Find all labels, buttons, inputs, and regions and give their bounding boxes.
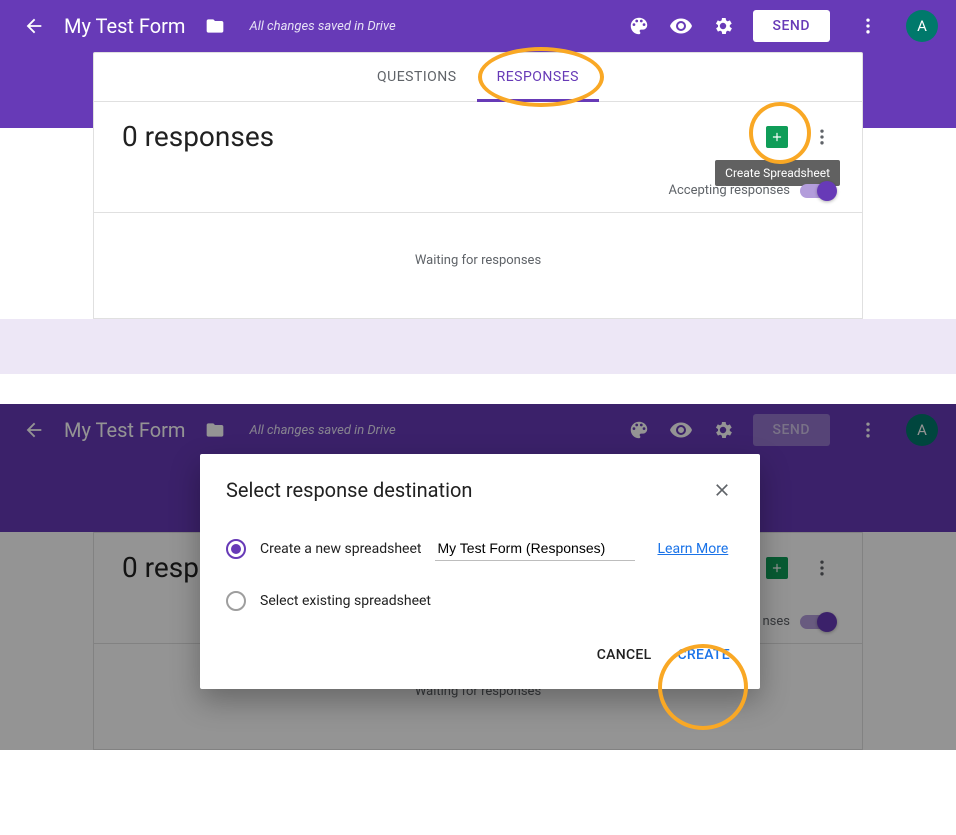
palette-icon[interactable]	[627, 14, 651, 38]
tab-responses[interactable]: RESPONSES	[477, 53, 599, 102]
avatar[interactable]: A	[906, 10, 938, 42]
preview-icon[interactable]	[669, 14, 693, 38]
create-spreadsheet-icon[interactable]	[766, 126, 788, 148]
cancel-button[interactable]: CANCEL	[593, 641, 656, 669]
settings-icon[interactable]	[711, 14, 735, 38]
form-title[interactable]: My Test Form	[64, 14, 185, 38]
tabs-bar: QUESTIONS RESPONSES	[94, 53, 862, 102]
responses-more-icon[interactable]	[810, 125, 834, 149]
dialog-title: Select response destination	[226, 478, 472, 502]
new-spreadsheet-name-input[interactable]	[435, 536, 635, 561]
option-existing-label: Select existing spreadsheet	[260, 593, 431, 609]
back-arrow-icon[interactable]	[22, 14, 46, 38]
more-menu-icon[interactable]	[856, 14, 880, 38]
responses-count: 0 responses	[122, 120, 274, 153]
radio-existing[interactable]	[226, 591, 246, 611]
app-header: My Test Form All changes saved in Drive …	[0, 0, 956, 52]
save-status-text: All changes saved in Drive	[249, 19, 395, 34]
responses-card: QUESTIONS RESPONSES 0 responses Create	[93, 52, 863, 319]
panel-destination-dialog: My Test Form All changes saved in Drive …	[0, 404, 956, 750]
panel-responses-view: My Test Form All changes saved in Drive …	[0, 0, 956, 374]
tab-questions[interactable]: QUESTIONS	[357, 53, 477, 101]
accepting-responses-toggle[interactable]	[800, 184, 834, 198]
learn-more-link[interactable]: Learn More	[657, 541, 728, 557]
option-existing-spreadsheet[interactable]: Select existing spreadsheet	[226, 591, 734, 611]
waiting-text: Waiting for responses	[94, 212, 862, 318]
radio-new[interactable]	[226, 539, 246, 559]
option-new-label: Create a new spreadsheet	[260, 541, 421, 557]
send-button[interactable]: SEND	[753, 10, 830, 42]
folder-icon[interactable]	[203, 14, 227, 38]
option-new-spreadsheet[interactable]: Create a new spreadsheet Learn More	[226, 536, 734, 561]
destination-dialog: Select response destination Create a new…	[200, 454, 760, 689]
create-button[interactable]: CREATE	[673, 641, 734, 669]
close-icon[interactable]	[710, 478, 734, 502]
